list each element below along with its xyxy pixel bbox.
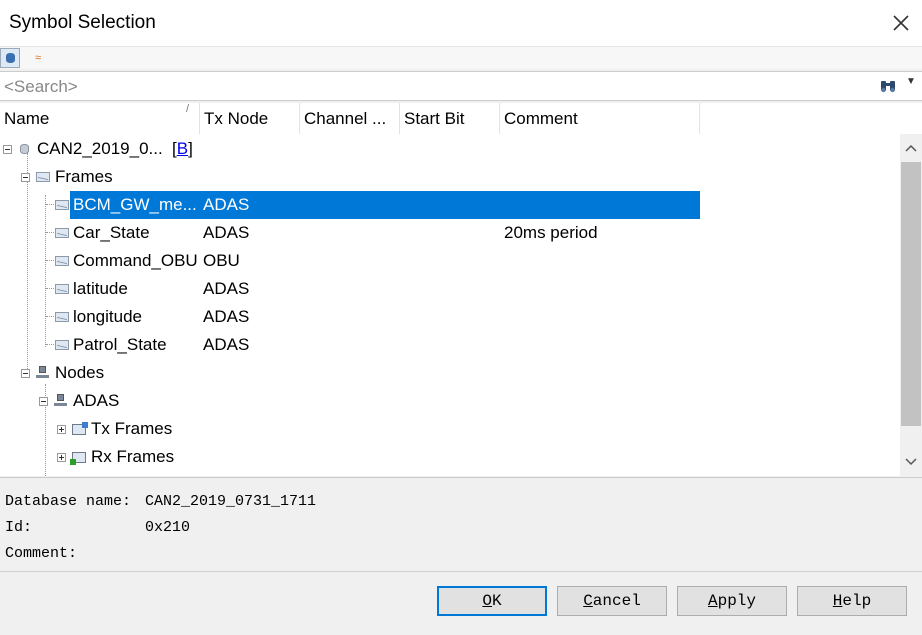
scroll-down-button[interactable] [900,448,922,476]
apply-label: pply [717,592,756,610]
tree-row-frame[interactable]: Car_State ADAS 20ms period [0,219,900,247]
node-icon [36,366,49,379]
tree-row-tx-frames[interactable]: Tx Frames [0,415,900,443]
button-bar: OK Cancel Apply Help [0,571,922,635]
frame-icon [55,340,69,350]
column-comment[interactable]: Comment [500,103,700,134]
frames-label: Frames [55,167,113,186]
column-tx-node[interactable]: Tx Node [200,103,300,134]
search-bar: ▼ [0,71,922,101]
column-channel[interactable]: Channel ... [300,103,400,134]
frame-icon [55,200,69,210]
database-name-label: Database name: [5,493,132,510]
id-label: Id: [5,519,33,536]
frame-name: latitude [73,279,128,298]
vertical-scrollbar[interactable] [900,134,922,476]
frame-icon [55,228,69,238]
column-name[interactable]: Name [0,103,200,134]
comment-label: Comment: [5,545,78,562]
rx-frames-label: Rx Frames [91,447,175,466]
tx-frames-icon [72,422,88,435]
collapse-icon[interactable] [39,397,48,406]
frame-tx-node: ADAS [203,223,250,242]
frame-comment: 20ms period [504,223,598,242]
expand-icon[interactable] [57,453,66,462]
collapse-icon[interactable] [21,173,30,182]
frame-tx-node: ADAS [203,307,250,326]
tree-row-frame[interactable]: BCM_GW_me... ADAS [0,191,900,219]
help-button[interactable]: Help [797,586,907,616]
database-icon [20,144,29,154]
title-bar: Symbol Selection [0,0,922,47]
help-label: elp [842,592,872,610]
frame-tx-node: ADAS [203,195,250,214]
tree-row-database[interactable]: CAN2_2019_0... [B] [0,135,900,163]
frame-name: BCM_GW_me... [73,195,197,214]
tree-row-frame[interactable]: longitude ADAS [0,303,900,331]
id-value: 0x210 [145,519,191,536]
frame-name: Patrol_State [73,335,167,354]
sort-indicator-icon: / [186,103,190,115]
node-icon [54,394,67,407]
database-view-button[interactable] [0,48,20,68]
frame-icon [55,312,69,322]
cancel-accelerator: C [583,592,593,610]
collapse-icon[interactable] [21,369,30,378]
frame-name: longitude [73,307,143,326]
tree-row-frame[interactable]: latitude ADAS [0,275,900,303]
frame-tx-node: ADAS [203,335,250,354]
frame-name: Command_OBU [73,251,198,270]
expand-icon[interactable] [57,425,66,434]
column-start-bit[interactable]: Start Bit [400,103,500,134]
close-icon [893,15,909,31]
cancel-label: ancel [592,592,641,610]
help-accelerator: H [832,592,843,610]
ok-label: K [492,592,502,610]
frame-icon [55,256,69,266]
chevron-up-icon [905,144,917,152]
tree-row-frames[interactable]: Frames [0,163,900,191]
chevron-down-icon[interactable]: ▼ [906,76,916,87]
tree-row-rx-frames[interactable]: Rx Frames [0,443,900,471]
ok-accelerator: O [482,592,492,610]
column-header: Name / Tx Node Channel ... Start Bit Com… [0,103,922,134]
frame-tx-node: OBU [203,251,240,270]
node-adas-label: ADAS [73,391,120,410]
collapse-all-button[interactable]: ≈ [28,48,48,68]
collapse-icon[interactable] [3,145,12,154]
tx-frames-label: Tx Frames [91,419,173,438]
tree-row-node-adas[interactable]: ADAS [0,387,900,415]
tree-row-frame[interactable]: Patrol_State ADAS [0,331,900,359]
database-badge-link[interactable]: B [177,139,188,158]
frame-icon [55,284,69,294]
scroll-thumb[interactable] [901,162,921,426]
symbol-tree: CAN2_2019_0... [B] Frames BCM_GW_me... A… [0,134,900,476]
ok-button[interactable]: OK [437,586,547,616]
apply-button[interactable]: Apply [677,586,787,616]
chevron-down-icon [905,458,917,466]
apply-accelerator: A [707,592,718,610]
info-panel: Database name: CAN2_2019_0731_1711 Id: 0… [0,477,922,572]
frame-tx-node: ADAS [203,279,250,298]
database-icon [5,53,15,63]
binoculars-icon[interactable] [879,77,897,95]
rx-frames-icon [70,452,86,465]
database-name-value: CAN2_2019_0731_1711 [145,493,317,510]
cancel-button[interactable]: Cancel [557,586,667,616]
toolbar: ≈ [0,47,922,69]
tree-row-nodes[interactable]: Nodes [0,359,900,387]
database-label: CAN2_2019_0... [37,139,163,158]
scroll-up-button[interactable] [900,134,922,162]
nodes-label: Nodes [55,363,105,382]
collapse-icon: ≈ [34,52,42,64]
frame-name: Car_State [73,223,150,242]
window-title: Symbol Selection [9,12,156,33]
close-button[interactable] [888,10,914,36]
frame-icon [36,172,50,182]
search-input[interactable] [2,75,866,99]
database-badge[interactable]: [B] [172,135,193,163]
tree-row-frame[interactable]: Command_OBU OBU [0,247,900,275]
